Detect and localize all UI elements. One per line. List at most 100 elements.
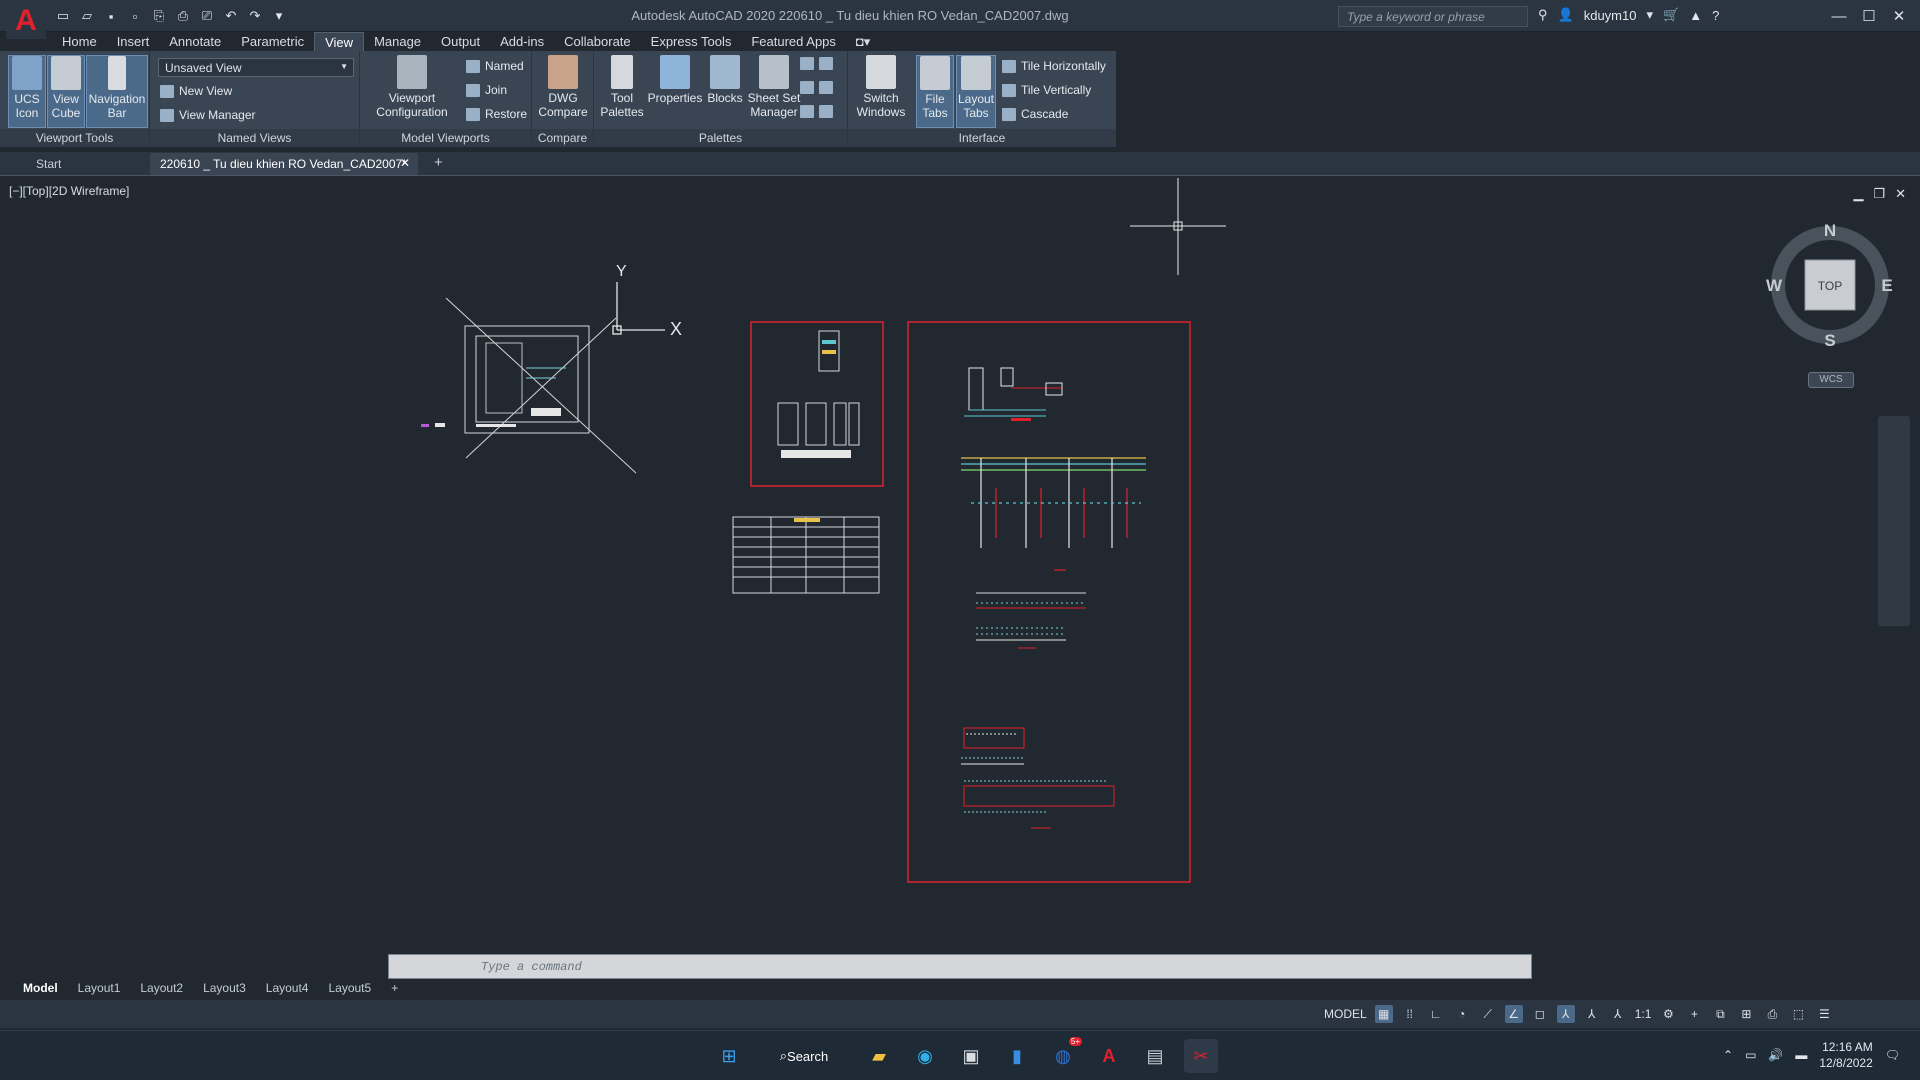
- save-icon[interactable]: ▪: [102, 7, 120, 25]
- sheet-set-manager-button[interactable]: Sheet Set Manager: [746, 55, 802, 119]
- minimize-button[interactable]: —: [1824, 4, 1854, 28]
- tab-parametric[interactable]: Parametric: [231, 32, 314, 51]
- tab-annotate[interactable]: Annotate: [159, 32, 231, 51]
- user-icon[interactable]: 👤: [1558, 7, 1574, 23]
- model-space[interactable]: Y X: [6, 178, 1920, 1024]
- cart-icon[interactable]: 🛒: [1663, 7, 1679, 23]
- ucs-icon-button[interactable]: UCS Icon: [8, 55, 46, 128]
- open-icon[interactable]: ▱: [78, 7, 96, 25]
- panel-title[interactable]: Viewport Tools: [0, 129, 149, 147]
- auto-scale-icon[interactable]: ⅄: [1583, 1005, 1601, 1023]
- grid-icon[interactable]: ▦: [1374, 1005, 1393, 1023]
- zalo-icon[interactable]: ◍ 5+: [1046, 1037, 1082, 1073]
- windows-start-icon[interactable]: ⊞: [712, 1039, 746, 1073]
- tab-featured-apps[interactable]: Featured Apps: [741, 32, 846, 51]
- join-viewports-button[interactable]: Join: [466, 83, 507, 97]
- add-layout-button[interactable]: +: [382, 978, 407, 998]
- viewport-restore-icon[interactable]: ❐: [1873, 186, 1885, 202]
- plot-icon[interactable]: ⎚: [198, 7, 216, 25]
- clock[interactable]: 12:16 AM 12/8/2022: [1819, 1039, 1872, 1071]
- viewcube[interactable]: TOP N S E W: [1765, 220, 1895, 350]
- layout-tab-layout2[interactable]: Layout2: [131, 978, 192, 998]
- restore-viewports-button[interactable]: Restore: [466, 107, 527, 121]
- edge-browser-icon[interactable]: ◉: [908, 1039, 942, 1073]
- snipping-tool-icon[interactable]: ✂: [1184, 1039, 1218, 1073]
- units-icon[interactable]: ⧉: [1711, 1005, 1729, 1023]
- compass-north[interactable]: N: [1824, 221, 1836, 240]
- save-as-icon[interactable]: ▫: [126, 7, 144, 25]
- autodesk-a360-icon[interactable]: ▲: [1689, 8, 1702, 23]
- microsoft-store-icon[interactable]: ▣: [954, 1039, 988, 1073]
- layout-tab-layout5[interactable]: Layout5: [319, 978, 380, 998]
- navigation-bar[interactable]: [1878, 416, 1910, 626]
- view-cube-button[interactable]: View Cube: [47, 55, 85, 128]
- save-to-web-icon[interactable]: ⎙: [174, 7, 192, 25]
- tile-vertically-button[interactable]: Tile Vertically: [1002, 83, 1091, 97]
- autocad-taskbar-icon[interactable]: A: [1092, 1039, 1126, 1073]
- viewport-controls-label[interactable]: [−][Top][2D Wireframe]: [9, 184, 129, 198]
- customization-menu-icon[interactable]: ☰: [1815, 1005, 1833, 1023]
- properties-button[interactable]: Properties: [646, 55, 704, 105]
- viewport-configuration-button[interactable]: Viewport Configuration: [372, 55, 452, 119]
- open-from-web-icon[interactable]: ⎘: [150, 7, 168, 25]
- model-space-toggle[interactable]: MODEL: [1324, 1007, 1367, 1021]
- close-button[interactable]: ✕: [1884, 4, 1914, 28]
- word-icon[interactable]: ▮: [1000, 1039, 1034, 1073]
- application-menu-button[interactable]: A: [6, 3, 46, 39]
- layout-tab-layout4[interactable]: Layout4: [257, 978, 318, 998]
- help-icon[interactable]: ?: [1712, 8, 1719, 23]
- ribbon-options-icon[interactable]: ◘▾: [846, 32, 880, 51]
- taskbar-search[interactable]: ⌕ Search: [758, 1039, 850, 1073]
- tab-home[interactable]: Home: [52, 32, 107, 51]
- tab-view[interactable]: View: [314, 32, 365, 51]
- tray-overflow-icon[interactable]: ⌃: [1723, 1048, 1733, 1062]
- quick-properties-icon[interactable]: ⊞: [1737, 1005, 1755, 1023]
- tab-manage[interactable]: Manage: [364, 32, 431, 51]
- username[interactable]: kduym10: [1584, 8, 1637, 23]
- customize-toolbar-icon[interactable]: ▾: [270, 7, 288, 25]
- compass-east[interactable]: E: [1881, 276, 1892, 295]
- drawing-area[interactable]: Y X: [6, 178, 1920, 1024]
- compass-south[interactable]: S: [1824, 331, 1835, 350]
- annotation-scale-icon[interactable]: ⅄: [1609, 1005, 1627, 1023]
- command-input[interactable]: Type a command: [388, 954, 1532, 979]
- document-tab[interactable]: 220610 _ Tu dieu khien RO Vedan_CAD2007*…: [150, 153, 418, 175]
- close-tab-icon[interactable]: ✕: [400, 156, 410, 170]
- object-snap-tracking-icon[interactable]: ∠: [1504, 1005, 1523, 1023]
- search-input[interactable]: Type a keyword or phrase: [1338, 6, 1528, 27]
- palette-mini-buttons[interactable]: [800, 57, 833, 70]
- maximize-button[interactable]: ☐: [1854, 4, 1884, 28]
- layout-tab-model[interactable]: Model: [14, 978, 67, 998]
- viewcube-top-label[interactable]: TOP: [1818, 279, 1842, 293]
- panel-title[interactable]: Palettes: [594, 129, 847, 147]
- viewport-close-icon[interactable]: ✕: [1895, 186, 1906, 202]
- viewport-minimize-icon[interactable]: ▁: [1853, 186, 1863, 202]
- annotation-visibility-icon[interactable]: ⅄: [1556, 1005, 1575, 1023]
- palette-mini-buttons[interactable]: [800, 105, 833, 118]
- wcs-menu[interactable]: WCS: [1808, 372, 1854, 388]
- tab-addins[interactable]: Add-ins: [490, 32, 554, 51]
- notifications-icon[interactable]: 🗨: [1885, 1048, 1900, 1062]
- ortho-icon[interactable]: ∟: [1427, 1005, 1445, 1023]
- tab-output[interactable]: Output: [431, 32, 490, 51]
- view-manager-button[interactable]: View Manager: [160, 108, 256, 122]
- isometric-icon[interactable]: ⟋: [1479, 1005, 1497, 1023]
- clean-screen-icon[interactable]: ⬚: [1789, 1005, 1807, 1023]
- file-tabs-button[interactable]: File Tabs: [916, 55, 954, 128]
- new-tab-button[interactable]: +: [424, 153, 453, 175]
- palette-mini-buttons[interactable]: [800, 81, 833, 94]
- calculator-icon[interactable]: ▤: [1138, 1039, 1172, 1073]
- new-view-button[interactable]: New View: [160, 84, 232, 98]
- navigation-bar-button[interactable]: Navigation Bar: [86, 55, 148, 128]
- dwg-compare-button[interactable]: DWG Compare: [538, 55, 588, 119]
- blocks-button[interactable]: Blocks: [704, 55, 746, 105]
- file-explorer-icon[interactable]: ▰: [862, 1039, 896, 1073]
- compass-west[interactable]: W: [1766, 276, 1783, 295]
- tile-horizontally-button[interactable]: Tile Horizontally: [1002, 59, 1106, 73]
- start-tab[interactable]: Start: [26, 153, 71, 175]
- workspace-gear-icon[interactable]: ⚙: [1659, 1005, 1677, 1023]
- layout-tab-layout3[interactable]: Layout3: [194, 978, 255, 998]
- display-icon[interactable]: ▭: [1745, 1048, 1756, 1062]
- undo-icon[interactable]: ↶: [222, 7, 240, 25]
- layout-tab-layout1[interactable]: Layout1: [69, 978, 130, 998]
